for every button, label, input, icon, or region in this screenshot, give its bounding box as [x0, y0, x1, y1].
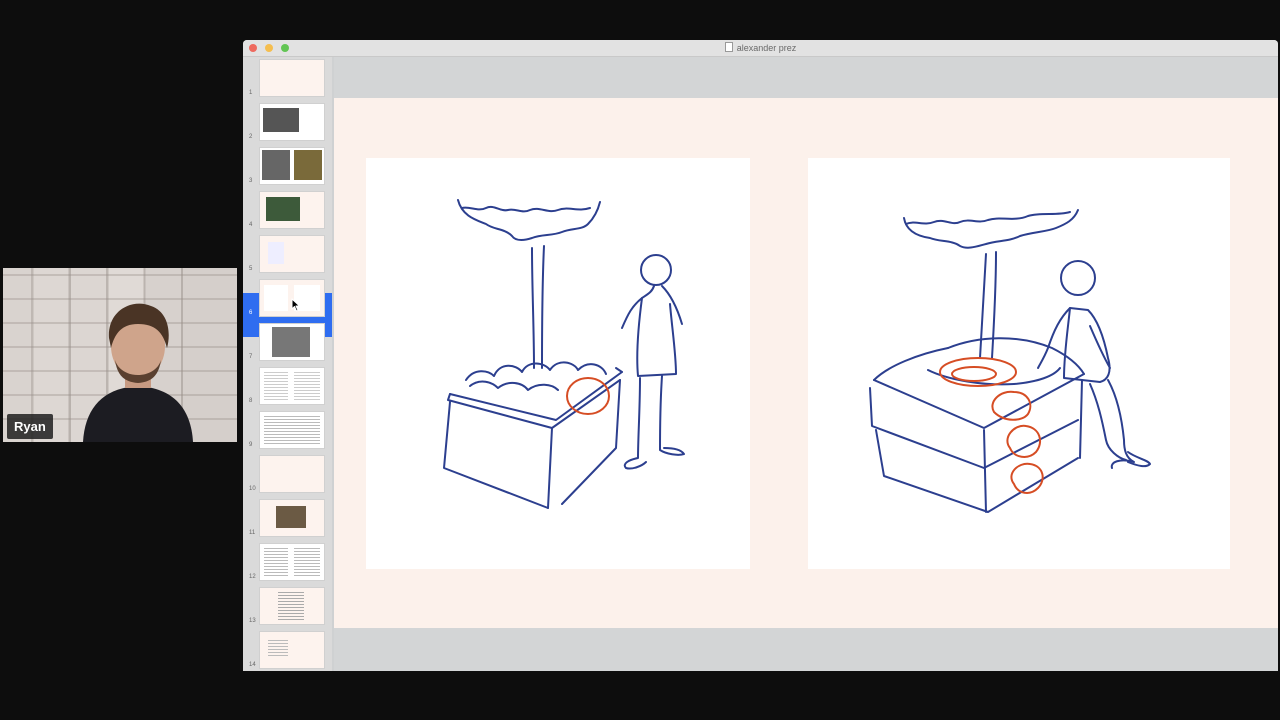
window-title: alexander prez [243, 42, 1278, 53]
thumbnail-text [278, 592, 304, 620]
slide-number: 9 [249, 442, 253, 448]
slide-number: 14 [249, 662, 256, 668]
slide-thumbnail-12[interactable] [259, 543, 325, 581]
slide-number: 3 [249, 178, 253, 184]
speaker-video-tile[interactable]: Ryan [3, 268, 237, 442]
slide-thumbnail-14[interactable] [259, 631, 325, 669]
slide-thumbnail-2[interactable] [259, 103, 325, 141]
thumbnail-image [263, 108, 299, 132]
thumbnail-text [264, 548, 288, 576]
sketch-planter-standing[interactable] [366, 158, 750, 569]
window-title-text: alexander prez [736, 43, 797, 53]
planter-sketch-after [869, 209, 1151, 513]
slide-number: 10 [249, 486, 256, 492]
slide-editor-canvas[interactable] [334, 57, 1278, 671]
thumbnail-sketch [268, 242, 284, 264]
slide-number: 6 [249, 310, 253, 316]
thumbnail-text [294, 372, 320, 400]
slide-thumbnail-9[interactable] [259, 411, 325, 449]
presentation-window: alexander prez 1 2 3 4 5 6 7 8 9 10 11 1… [243, 40, 1278, 671]
planter-sketch-before [443, 199, 685, 509]
slide-thumbnail-11[interactable] [259, 499, 325, 537]
slide-number: 4 [249, 222, 253, 228]
slide-thumbnail-4[interactable] [259, 191, 325, 229]
slide-thumbnail-5[interactable] [259, 235, 325, 273]
thumbnail-sketch [264, 285, 288, 311]
slide-number: 13 [249, 618, 256, 624]
slide-thumbnail-7[interactable] [259, 323, 325, 361]
slide-thumbnail-8[interactable] [259, 367, 325, 405]
slide-number: 5 [249, 266, 253, 272]
thumbnail-image [294, 150, 322, 180]
slide-navigator[interactable]: 1 2 3 4 5 6 7 8 9 10 11 12 13 14 [243, 57, 332, 671]
thumbnail-image [272, 327, 310, 357]
current-slide[interactable] [334, 98, 1278, 628]
pointer-cursor-icon [291, 298, 300, 312]
slide-thumbnail-3[interactable] [259, 147, 325, 185]
slide-number: 11 [249, 530, 256, 536]
thumbnail-text [268, 638, 288, 656]
slide-number: 8 [249, 398, 253, 404]
slide-thumbnail-1[interactable] [259, 59, 325, 97]
thumbnail-text [264, 372, 288, 400]
thumbnail-image [266, 197, 300, 221]
thumbnail-image [262, 150, 290, 180]
speaker-figure [83, 303, 193, 442]
thumbnail-image [276, 506, 306, 528]
document-icon [724, 42, 733, 52]
slide-number: 7 [249, 354, 253, 360]
sketch-planter-seated[interactable] [808, 158, 1230, 569]
slide-number: 2 [249, 134, 253, 140]
window-titlebar[interactable]: alexander prez [243, 40, 1278, 57]
slide-number: 1 [249, 90, 253, 96]
slide-thumbnail-13[interactable] [259, 587, 325, 625]
slide-thumbnail-10[interactable] [259, 455, 325, 493]
thumbnail-text [294, 548, 320, 576]
slide-number: 12 [249, 574, 256, 580]
speaker-name-label: Ryan [7, 414, 53, 439]
thumbnail-text [264, 416, 320, 444]
